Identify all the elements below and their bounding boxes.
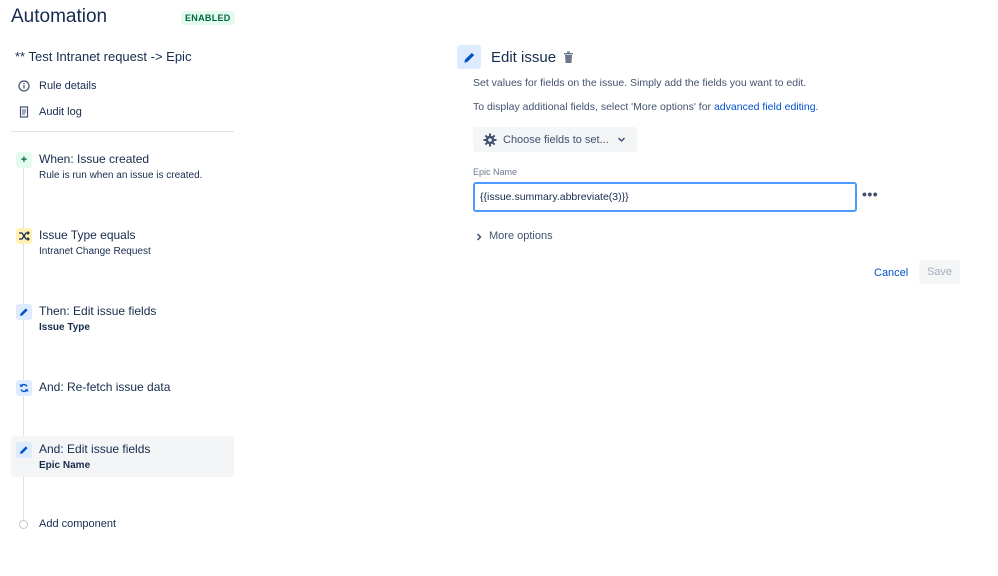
status-badge: ENABLED xyxy=(181,11,235,25)
component-title: And: Edit issue fields xyxy=(39,442,151,456)
page-title: Automation xyxy=(11,6,108,27)
epic-name-label: Epic Name xyxy=(473,167,518,177)
document-icon xyxy=(18,106,30,118)
trash-icon[interactable] xyxy=(563,51,575,64)
rule-name: ** Test Intranet request -> Epic xyxy=(15,49,192,64)
editor-description: Set values for fields on the issue. Simp… xyxy=(473,77,807,89)
cancel-button[interactable]: Cancel xyxy=(868,262,914,284)
component-condition[interactable]: Issue Type equals Intranet Change Reques… xyxy=(11,228,234,257)
editor-description-advanced: To display additional fields, select 'Mo… xyxy=(473,101,818,113)
nav-rule-details-label: Rule details xyxy=(39,80,97,92)
nav-audit-log[interactable]: Audit log xyxy=(18,106,82,118)
chevron-down-icon xyxy=(617,135,626,144)
component-title: Then: Edit issue fields xyxy=(39,304,157,318)
pencil-icon xyxy=(457,45,481,69)
component-title: Issue Type equals xyxy=(39,228,136,242)
choose-fields-button[interactable]: Choose fields to set... xyxy=(473,127,637,152)
more-actions-icon[interactable]: ••• xyxy=(862,186,878,202)
gear-icon xyxy=(483,133,497,147)
component-trigger[interactable]: + When: Issue created Rule is run when a… xyxy=(11,152,234,181)
more-options-toggle[interactable]: More options xyxy=(475,230,553,242)
editor-title: Edit issue xyxy=(491,49,557,66)
component-subtitle: Intranet Change Request xyxy=(39,246,151,257)
refresh-icon xyxy=(16,380,32,396)
component-subtitle: Rule is run when an issue is created. xyxy=(39,170,203,181)
sidebar-divider xyxy=(11,131,234,132)
choose-fields-label: Choose fields to set... xyxy=(503,133,609,146)
component-title: And: Re-fetch issue data xyxy=(39,380,171,394)
add-component-button[interactable]: Add component xyxy=(11,518,116,530)
circle-icon xyxy=(19,520,28,529)
component-subtitle: Epic Name xyxy=(39,460,91,471)
epic-name-input[interactable] xyxy=(473,182,857,212)
chevron-right-icon xyxy=(475,232,483,241)
nav-audit-log-label: Audit log xyxy=(39,106,82,118)
shuffle-icon xyxy=(16,228,32,244)
component-action-edit-epic-name[interactable]: And: Edit issue fields Epic Name xyxy=(11,436,234,477)
plus-icon: + xyxy=(16,152,32,168)
pencil-icon xyxy=(16,442,32,458)
info-icon xyxy=(18,80,30,92)
advanced-field-editing-link[interactable]: advanced field editing xyxy=(714,101,816,113)
component-action-edit-issue-type[interactable]: Then: Edit issue fields Issue Type xyxy=(11,304,234,333)
component-subtitle: Issue Type xyxy=(39,322,90,333)
pencil-icon xyxy=(16,304,32,320)
add-component-label: Add component xyxy=(39,518,117,530)
component-action-refetch[interactable]: And: Re-fetch issue data xyxy=(11,380,234,396)
save-button[interactable]: Save xyxy=(919,260,960,284)
component-title: When: Issue created xyxy=(39,152,150,166)
nav-rule-details[interactable]: Rule details xyxy=(18,80,96,92)
description-prefix: To display additional fields, select 'Mo… xyxy=(473,101,714,113)
more-options-label: More options xyxy=(489,230,553,242)
description-suffix: . xyxy=(815,101,819,113)
